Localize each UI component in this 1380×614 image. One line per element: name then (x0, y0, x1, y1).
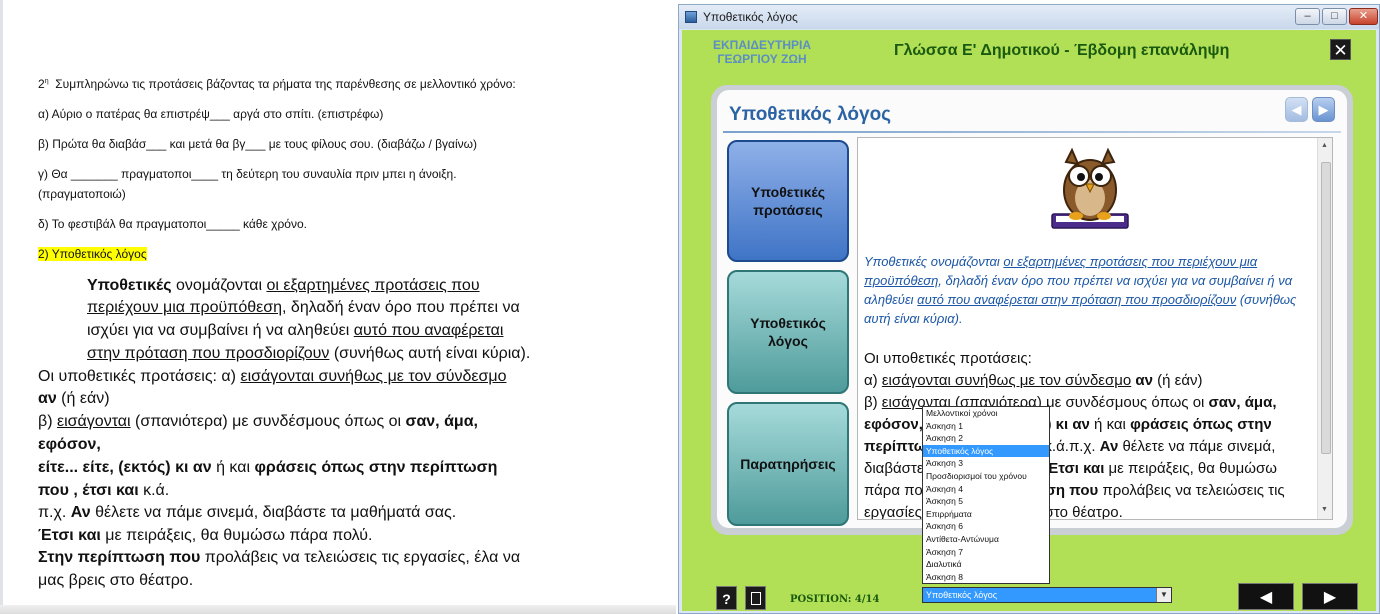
doc-line-4: στην πρόταση που προσδιορίζουν (συνήθως … (87, 345, 531, 362)
chevron-down-icon[interactable]: ▼ (1156, 588, 1171, 602)
notes-button[interactable] (745, 586, 766, 610)
window-maximize-button[interactable]: □ (1322, 8, 1347, 25)
app-icon (685, 11, 697, 23)
section-dropdown-list[interactable]: Μελλοντικοί χρόνοι Άσκηση 1 Άσκηση 2 Υποθετ… (922, 406, 1050, 584)
content-line-2: α) εισάγονται συνήθως με τον σύνδεσμο αν… (864, 372, 1203, 389)
doc-line-14: μας βρεις στο θέατρο. (38, 572, 194, 589)
dropdown-option[interactable]: Άσκηση 2 (923, 432, 1049, 445)
dropdown-option[interactable]: Αντίθετα-Αντώνυμα (923, 533, 1049, 546)
dropdown-option[interactable]: Επιρρήματα (923, 508, 1049, 521)
school-logo-text: ΕΚΠΑΙΔΕΥΤΗΡΙΑ ΓΕΩΡΓΙΟΥ ΖΩΗ (713, 38, 811, 66)
dropdown-option[interactable]: Προσδιορισμοί του χρόνου (923, 470, 1049, 483)
dropdown-option[interactable]: Υποθετικός λόγος (923, 444, 1049, 458)
panel-title-divider (723, 131, 1341, 133)
panel-title: Υποθετικός λόγος (729, 104, 892, 125)
dropdown-option[interactable]: Άσκηση 3 (923, 457, 1049, 470)
scrollbar-thumb[interactable] (1321, 162, 1331, 454)
exercise-d: δ) Το φεστιβάλ θα πραγματοποι_____ κάθε … (38, 217, 307, 231)
window-close-button[interactable]: ✕ (1349, 8, 1378, 25)
prev-page-button[interactable]: ◀ (1238, 583, 1294, 610)
definition-text: Υποθετικές ονομάζονται οι εξαρτημένες πρ… (864, 254, 1297, 326)
exercise-c-line2: (πραγματοποιώ) (38, 187, 126, 201)
document-bottom-bar (0, 605, 676, 614)
scroll-up-icon[interactable]: ▲ (1321, 142, 1328, 149)
panel-next-button[interactable]: ▶ (1312, 97, 1335, 122)
position-indicator: POSITION: 4/14 (790, 594, 880, 605)
side-button-hypothetical-clauses[interactable]: Υποθετικές προτάσεις (727, 140, 849, 262)
document-page: 2η Συμπληρώνω τις προτάσεις βάζοντας τα … (0, 0, 676, 614)
doc-line-1: Υποθετικές ονομάζονται οι εξαρτημένες πρ… (87, 277, 480, 294)
doc-line-13: Στην περίπτωση που προλάβεις να τελειώσε… (38, 549, 521, 566)
doc-line-3: ισχύει για να συμβαίνει ή να αληθεύει αυ… (87, 322, 504, 339)
next-page-button[interactable]: ▶ (1302, 583, 1358, 610)
section-title: 2) Υποθετικός λόγος (38, 247, 147, 261)
doc-line-7: β) εισάγονται (σπανιότερα) με συνδέσμους… (38, 413, 478, 430)
window-minimize-button[interactable]: – (1295, 8, 1320, 25)
document-left-edge (0, 0, 3, 614)
dropdown-option[interactable]: Άσκηση 7 (923, 546, 1049, 559)
exercise-a: α) Αύριο ο πατέρας θα επιστρέψ___ αργά σ… (38, 107, 384, 121)
dropdown-option[interactable]: Άσκηση 1 (923, 420, 1049, 433)
dropdown-option[interactable]: Άσκηση 4 (923, 483, 1049, 496)
side-button-remarks[interactable]: Παρατηρήσεις (727, 402, 849, 526)
panel-prev-button[interactable]: ◀ (1285, 97, 1308, 122)
doc-line-11: π.χ. Αν θέλετε να πάμε σινεμά, διαβάστε … (38, 504, 457, 521)
window-titlebar[interactable]: Υποθετικός λόγος – □ ✕ (679, 5, 1379, 29)
app-close-button[interactable]: ✕ (1330, 39, 1351, 60)
doc-line-10: που , έτσι και κ.ά. (38, 482, 170, 499)
doc-line-8: εφόσον, (38, 436, 101, 453)
owl-reading-icon (1051, 147, 1129, 229)
side-button-hypothetical-speech[interactable]: Υποθετικός λόγος (727, 270, 849, 394)
doc-line-12: Έτσι και με πειράξεις, θα θυμώσω πάρα πο… (38, 527, 373, 544)
content-line-1: Οι υποθετικές προτάσεις: (864, 350, 1032, 367)
window-title: Υποθετικός λόγος (703, 10, 798, 24)
doc-line-9: είτε... είτε, (εκτός) κι αν ή και φράσει… (38, 459, 498, 476)
content-scrollbar[interactable]: ▲ ▼ (1317, 138, 1332, 519)
exercise-c-line1: γ) Θα _______ πραγματοποι____ τη δεύτερη… (38, 167, 457, 181)
dropdown-option[interactable]: Μελλοντικοί χρόνοι (923, 407, 1049, 420)
doc-line-5: Οι υποθετικές προτάσεις: α) εισάγονται σ… (38, 368, 507, 385)
doc-line-6: αν (ή εάν) (38, 390, 110, 407)
page-icon (751, 592, 761, 605)
app-title: Γλώσσα Ε' Δημοτικού - Έβδομη επανάληψη (894, 42, 1230, 59)
dropdown-option[interactable]: Διαλυτικά (923, 558, 1049, 571)
dropdown-option[interactable]: Άσκηση 8 (923, 571, 1049, 584)
scroll-down-icon[interactable]: ▼ (1321, 506, 1328, 513)
exercise-b: β) Πρώτα θα διαβάσ___ και μετά θα βγ___ … (38, 137, 477, 151)
exercise-heading: 2η Συμπληρώνω τις προτάσεις βάζοντας τα … (38, 77, 516, 91)
section-dropdown[interactable]: Υποθετικός λόγος ▼ (922, 587, 1172, 603)
dropdown-option[interactable]: Άσκηση 6 (923, 520, 1049, 533)
dropdown-option[interactable]: Άσκηση 5 (923, 495, 1049, 508)
doc-line-2: περιέχουν μια προϋπόθεση, δηλαδή έναν όρ… (87, 299, 520, 316)
help-button[interactable]: ? (716, 586, 737, 610)
